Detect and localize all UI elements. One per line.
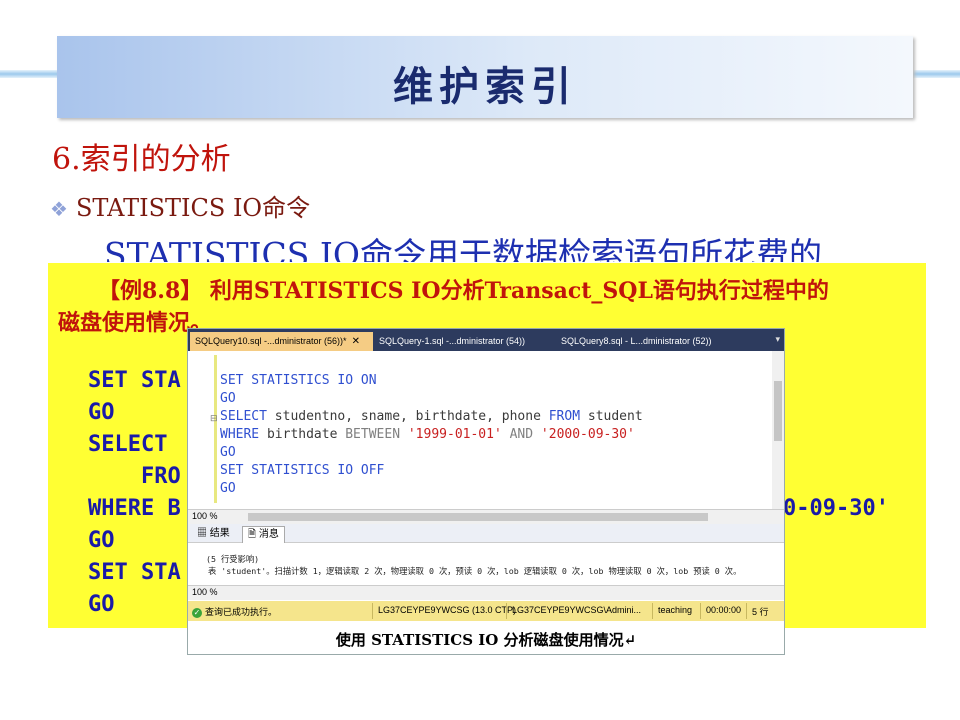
section-heading: 6.索引的分析 bbox=[52, 142, 231, 177]
zoom-select[interactable]: 100 % bbox=[192, 587, 218, 597]
editor-line: SET STATISTICS IO OFF bbox=[220, 463, 385, 478]
tab-sqlquery-1[interactable]: SQLQuery-1.sql -...dministrator (54)) bbox=[374, 332, 551, 351]
tab-messages[interactable]: 🗎 消息 bbox=[242, 526, 285, 543]
tab-label: SQLQuery-1.sql -...dministrator (54)) bbox=[379, 336, 526, 346]
status-user: LG37CEYPE9YWCSG\Admini... bbox=[512, 605, 642, 615]
editor-line: GO bbox=[220, 391, 236, 406]
message-line: 表 'student'。扫描计数 1，逻辑读取 2 次，物理读取 0 次，预读 … bbox=[208, 566, 742, 576]
code-line: WHERE B bbox=[88, 496, 181, 521]
status-database: teaching bbox=[658, 605, 693, 615]
tab-label: SQLQuery10.sql -...dministrator (56))* bbox=[195, 336, 347, 346]
example-title: 【例8.8】 利用STATISTICS IO分析Transact_SQL语句执行… bbox=[98, 278, 829, 304]
status-rows: 5 行 bbox=[752, 607, 769, 617]
collapse-icon[interactable]: ⊟ bbox=[210, 413, 218, 424]
code-line: SELECT bbox=[88, 432, 168, 457]
editor-line: GO bbox=[220, 445, 236, 460]
ssms-screenshot: SQLQuery10.sql -...dministrator (56))* ✕ … bbox=[187, 328, 785, 655]
tab-results[interactable]: ▦ 结果 bbox=[192, 526, 235, 542]
tab-sqlquery10[interactable]: SQLQuery10.sql -...dministrator (56))* ✕ bbox=[190, 332, 373, 351]
messages-pane: (5 行受影响) 表 'student'。扫描计数 1，逻辑读取 2 次，物理读… bbox=[188, 543, 784, 585]
tab-label: SQLQuery8.sql - L...dministrator (52)) bbox=[561, 336, 712, 346]
horizontal-scrollbar-thumb[interactable] bbox=[248, 513, 708, 521]
status-server: LG37CEYPE9YWCSG (13.0 CTP) bbox=[378, 605, 517, 615]
query-editor[interactable]: ⊟ SET STATISTICS IO ON GO SELECT student… bbox=[188, 351, 784, 509]
code-line: GO bbox=[88, 592, 115, 617]
code-line: FRO bbox=[88, 464, 181, 489]
status-time: 00:00:00 bbox=[706, 605, 742, 615]
status-message: ✓ 查询已成功执行。 bbox=[192, 607, 278, 618]
figure-caption: 使用 STATISTICS IO 分析磁盘使用情况↵ bbox=[335, 631, 637, 649]
code-line: SET STA bbox=[88, 368, 181, 393]
result-tabs: ▦ 结果 🗎 消息 bbox=[188, 524, 784, 543]
editor-line: GO bbox=[220, 481, 236, 496]
code-line: SET STA bbox=[88, 560, 181, 585]
success-icon: ✓ bbox=[192, 608, 202, 618]
tab-sqlquery8[interactable]: SQLQuery8.sql - L...dministrator (52)) bbox=[556, 332, 741, 351]
diamond-bullet-icon: ❖ bbox=[50, 197, 68, 221]
status-bar: ✓ 查询已成功执行。 LG37CEYPE9YWCSG (13.0 CTP) LG3… bbox=[188, 601, 784, 621]
zoom-select[interactable]: 100 % bbox=[192, 511, 218, 521]
body-text: STATISTICS IO命令用于数据检索语句所花费的 bbox=[104, 235, 822, 262]
tab-dropdown-icon[interactable]: ▾ bbox=[775, 334, 780, 345]
document-tabs: SQLQuery10.sql -...dministrator (56))* ✕ … bbox=[188, 329, 784, 351]
editor-line: WHERE birthdate BETWEEN '1999-01-01' AND… bbox=[220, 427, 635, 442]
scrollbar-thumb[interactable] bbox=[774, 381, 782, 441]
code-overflow: 0-09-30' bbox=[783, 496, 889, 521]
code-line: GO bbox=[88, 528, 115, 553]
editor-line: SET STATISTICS IO ON bbox=[220, 373, 377, 388]
editor-zoom-bar: 100 % bbox=[188, 509, 784, 524]
message-line: (5 行受影响) bbox=[206, 554, 260, 564]
results-zoom-bar: 100 % bbox=[188, 585, 784, 600]
bullet-text: STATISTICS IO命令 bbox=[75, 194, 311, 222]
slide-title: 维护索引 bbox=[393, 63, 577, 110]
editor-line: SELECT studentno, sname, birthdate, phon… bbox=[220, 409, 643, 424]
close-icon[interactable]: ✕ bbox=[352, 336, 360, 347]
bullet-item: ❖ STATISTICS IO命令 bbox=[50, 188, 310, 223]
code-line: GO bbox=[88, 400, 115, 425]
title-banner: 维护索引 bbox=[57, 36, 913, 118]
change-marker bbox=[214, 355, 217, 503]
